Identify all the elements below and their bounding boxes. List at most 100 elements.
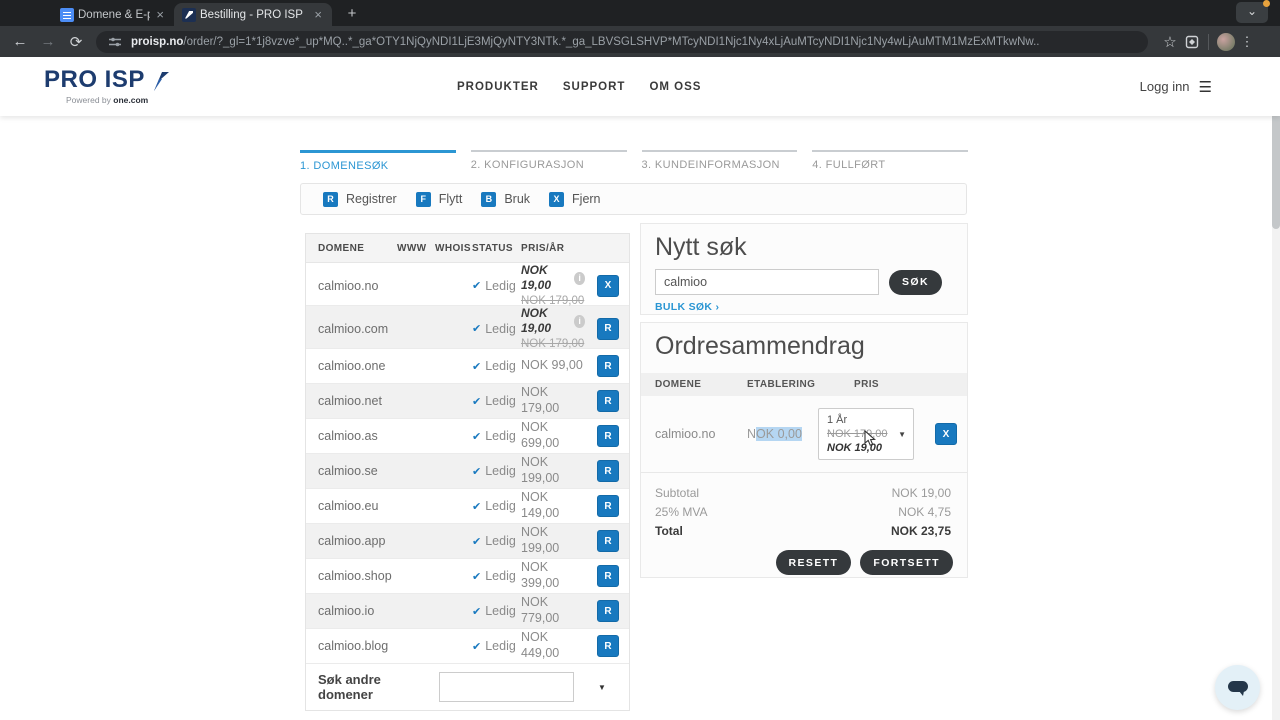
nav-produkter[interactable]: PRODUKTER — [457, 81, 539, 93]
browser-tab-active[interactable]: Bestilling - PRO ISP × — [174, 3, 332, 26]
tagline-brand: one.com — [113, 95, 149, 105]
bulk-search-link[interactable]: BULK SØK › — [655, 301, 719, 313]
domain-name: calmioo.net — [318, 394, 382, 408]
step-kundeinformasjon[interactable]: 3. KUNDEINFORMASJON — [641, 150, 798, 172]
row-action-button[interactable]: R — [597, 317, 619, 340]
row-action-button[interactable]: X — [597, 274, 619, 297]
legend-label: Fjern — [572, 192, 601, 206]
check-icon: ✔ — [472, 430, 482, 443]
col-etablering: ETABLERING — [747, 379, 816, 390]
domain-name: calmioo.no — [318, 278, 379, 293]
row-action-button[interactable]: R — [597, 460, 619, 482]
bookmark-star-icon[interactable]: ☆ — [1156, 33, 1184, 51]
table-row: calmioo.io ✔ Ledig NOK 779,00 R — [306, 594, 629, 629]
proisp-logo[interactable]: PRO ISP Powered by one.com — [44, 68, 170, 105]
chevron-down-icon[interactable]: ⌄ — [1236, 0, 1270, 23]
reload-icon[interactable]: ⟳ — [62, 33, 90, 51]
legend-flytt: F Flytt — [415, 191, 462, 207]
order-item-domain: calmioo.no — [655, 427, 716, 441]
row-action-button[interactable]: R — [597, 600, 619, 622]
nav-om-oss[interactable]: OM OSS — [649, 81, 701, 93]
status-label: Ledig — [485, 464, 516, 478]
domain-search-input[interactable] — [655, 269, 879, 295]
new-tab-button[interactable]: + — [342, 4, 362, 24]
price-cell: NOK 779,00 — [521, 595, 585, 626]
order-totals: Subtotal NOK 19,00 25% MVA NOK 4,75 Total N… — [641, 483, 967, 540]
step-konfigurasjon[interactable]: 2. KONFIGURASJON — [470, 150, 627, 172]
browser-tab-inactive[interactable]: Domene & E-post konto - Go × — [52, 3, 174, 26]
setup-prefix: N — [747, 427, 757, 441]
url-bar[interactable]: proisp.no/order/?_gl=1*1j8vzve*_up*MQ..*… — [96, 30, 1148, 53]
legend-label: Bruk — [504, 192, 531, 206]
price-cell: NOK 699,00 — [521, 420, 585, 451]
info-icon[interactable]: i — [574, 271, 585, 285]
promo-price: NOK 19,00 — [521, 306, 552, 335]
subtotal-row: Subtotal NOK 19,00 — [655, 483, 951, 502]
table-row: calmioo.one ✔ Ledig NOK 99,00 R — [306, 349, 629, 384]
row-action-button[interactable]: R — [597, 425, 619, 447]
status-cell: ✔ Ledig — [472, 569, 521, 583]
nav-support[interactable]: SUPPORT — [563, 81, 626, 93]
selected-text: OK 0,00 — [756, 427, 802, 441]
step-fullfort[interactable]: 4. FULLFØRT — [812, 150, 968, 172]
status-cell: ✔ Ledig — [472, 322, 521, 336]
status-cell: ✔ Ledig — [472, 464, 521, 478]
status-label: Ledig — [485, 359, 516, 373]
table-row: calmioo.no ✔ Ledig NOK 19,00 i NOK 179,00 … — [306, 263, 629, 307]
price-cell: NOK 99,00 — [521, 358, 585, 374]
status-cell: ✔ Ledig — [472, 534, 521, 548]
price-cell: NOK 199,00 — [521, 525, 585, 556]
proisp-favicon — [182, 7, 196, 22]
row-action-button[interactable]: R — [597, 635, 619, 657]
close-icon[interactable]: × — [312, 7, 324, 22]
domain-name: calmioo.blog — [318, 639, 389, 653]
logo-tagline: Powered by one.com — [66, 95, 170, 105]
caret-down-icon[interactable]: ▼ — [598, 683, 606, 692]
subtotal-value: NOK 19,00 — [891, 485, 951, 500]
row-action-button[interactable]: R — [597, 390, 619, 412]
new-search-title: Nytt søk — [655, 233, 747, 261]
period-select[interactable]: 1 År NOK 179,00 NOK 19,00 ▼ — [818, 408, 914, 460]
status-label: Ledig — [485, 278, 516, 293]
tagline-prefix: Powered by — [66, 95, 111, 105]
price-cell: NOK 449,00 — [521, 630, 585, 661]
search-button[interactable]: SØK — [889, 269, 942, 295]
step-domenesok[interactable]: 1. DOMENESØK — [300, 150, 456, 172]
info-icon[interactable]: i — [574, 314, 585, 328]
forward-icon[interactable]: → — [34, 33, 62, 50]
menu-kebab-icon[interactable]: ⋮ — [1235, 34, 1259, 50]
col-domene: DOMENE — [318, 242, 365, 254]
status-cell: ✔ Ledig — [472, 429, 521, 443]
site-settings-icon[interactable] — [108, 35, 122, 49]
row-action-button[interactable]: R — [597, 495, 619, 517]
check-icon: ✔ — [472, 535, 482, 548]
other-domains-row: Søk andre domener ▼ — [306, 664, 629, 710]
price: NOK 149,00 — [521, 490, 560, 520]
status-label: Ledig — [485, 534, 516, 548]
chat-widget-button[interactable] — [1215, 665, 1260, 710]
domain-table-header: DOMENE WWW WHOIS STATUS PRIS/ÅR — [306, 234, 629, 263]
hamburger-menu-icon[interactable]: ☰ — [1199, 78, 1212, 96]
other-domain-input[interactable] — [439, 672, 574, 702]
check-icon: ✔ — [472, 360, 482, 373]
back-icon[interactable]: ← — [6, 33, 34, 50]
col-pris: PRIS — [854, 379, 879, 390]
status-cell: ✔ Ledig — [472, 639, 521, 653]
status-cell: ✔ Ledig — [472, 394, 521, 408]
profile-avatar[interactable] — [1217, 32, 1235, 51]
badge-f: F — [415, 191, 431, 207]
close-icon[interactable]: × — [154, 7, 166, 22]
row-action-button[interactable]: R — [597, 355, 619, 377]
login-link[interactable]: Logg inn — [1140, 79, 1190, 94]
status-label: Ledig — [485, 429, 516, 443]
row-action-button[interactable]: R — [597, 565, 619, 587]
price: NOK 179,00 — [521, 385, 560, 415]
reset-button[interactable]: RESETT — [775, 550, 852, 575]
continue-button[interactable]: FORTSETT — [860, 550, 953, 575]
action-legend: R Registrer F Flytt B Bruk X Fjern — [300, 183, 967, 215]
table-row: calmioo.com ✔ Ledig NOK 19,00 i NOK 179,00… — [306, 306, 629, 350]
status-label: Ledig — [485, 604, 516, 618]
row-action-button[interactable]: R — [597, 530, 619, 552]
remove-item-button[interactable]: X — [935, 423, 957, 445]
extensions-icon[interactable] — [1184, 34, 1200, 50]
